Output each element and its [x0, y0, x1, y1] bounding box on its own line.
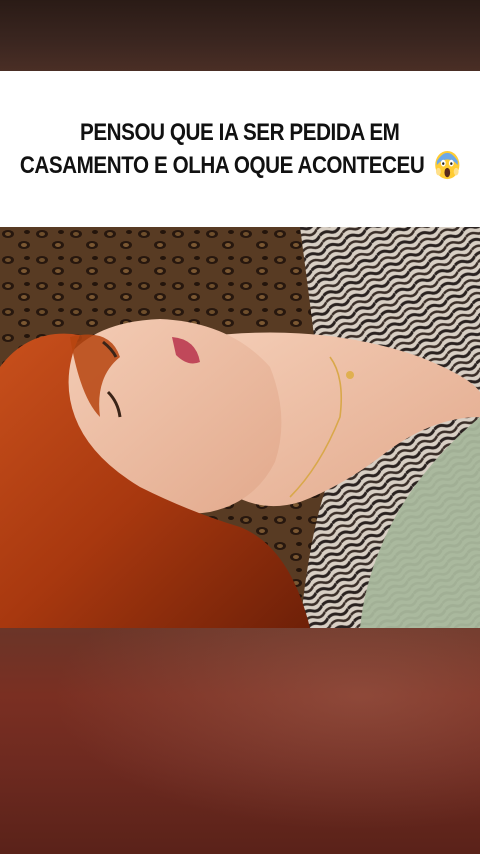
face-screaming-in-fear-emoji-icon — [435, 150, 460, 179]
video-post-screen: PENSOU QUE IA SER PEDIDA EM CASAMENTO E … — [0, 0, 480, 854]
caption-line-2: CASAMENTO E OLHA OQUE ACONTECEU — [19, 152, 425, 179]
bottom-blurred-background — [0, 628, 480, 854]
top-blurred-background — [0, 0, 480, 71]
caption-panel: PENSOU QUE IA SER PEDIDA EM CASAMENTO E … — [0, 71, 480, 227]
caption-line-2-row: CASAMENTO E OLHA OQUE ACONTECEU — [20, 149, 461, 182]
caption-line-1: PENSOU QUE IA SER PEDIDA EM — [80, 119, 400, 146]
video-frame[interactable] — [0, 227, 480, 628]
video-scene-image — [0, 227, 480, 628]
